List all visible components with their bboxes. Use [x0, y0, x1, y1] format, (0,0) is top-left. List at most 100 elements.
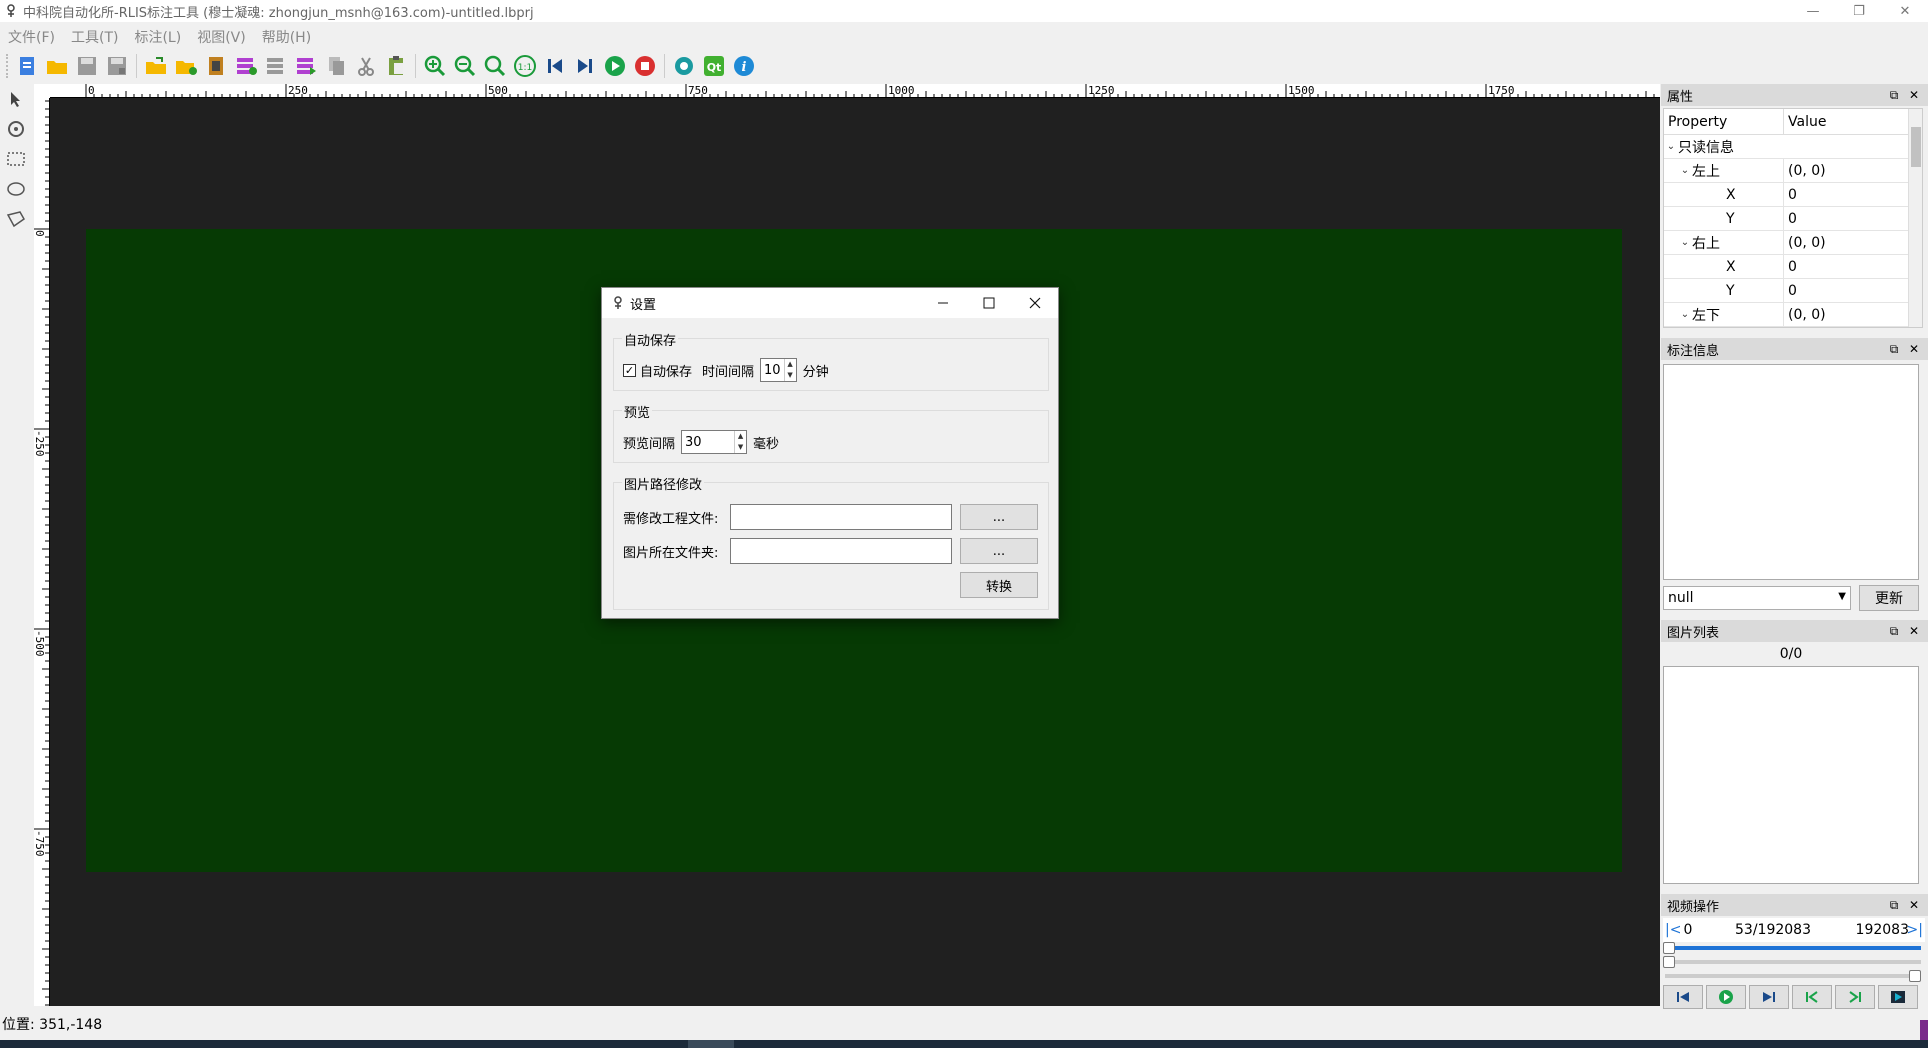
zoom-out-icon[interactable]: [451, 52, 479, 80]
scrollbar-thumb[interactable]: [1911, 127, 1921, 167]
open-project-icon[interactable]: [142, 52, 170, 80]
close-icon[interactable]: ✕: [1904, 624, 1924, 638]
float-icon[interactable]: ⧉: [1884, 898, 1904, 913]
last-frame-icon[interactable]: [1749, 985, 1789, 1009]
rect-select-icon[interactable]: [0, 144, 32, 174]
chevron-down-icon[interactable]: ⌄: [1678, 237, 1692, 248]
float-icon[interactable]: ⧉: [1884, 88, 1904, 103]
project-file-input[interactable]: [730, 504, 952, 530]
cut-icon[interactable]: [352, 52, 380, 80]
autosave-checkbox[interactable]: ✓: [623, 363, 636, 377]
paste-icon[interactable]: [382, 52, 410, 80]
annotation-list[interactable]: [1663, 364, 1919, 580]
spin-up-icon[interactable]: ▲: [787, 359, 792, 370]
property-row[interactable]: X 0: [1664, 183, 1922, 207]
copy-icon[interactable]: [322, 52, 350, 80]
menu-tools[interactable]: 工具(T): [71, 27, 118, 47]
stop-icon[interactable]: [631, 52, 659, 80]
restore-button[interactable]: ❐: [1836, 0, 1882, 22]
video-export-icon[interactable]: [1878, 985, 1918, 1009]
zoom-1to1-icon[interactable]: 1:1: [511, 52, 539, 80]
video-start-handle[interactable]: [1663, 942, 1675, 954]
image-list-dock-title-bar[interactable]: 图片列表 ⧉ ✕: [1661, 620, 1928, 642]
video-end-track[interactable]: [1665, 974, 1921, 978]
image-list[interactable]: [1663, 666, 1919, 884]
spin-down-icon[interactable]: ▼: [738, 442, 743, 453]
float-icon[interactable]: ⧉: [1884, 342, 1904, 357]
save-icon[interactable]: [73, 52, 101, 80]
close-icon[interactable]: ✕: [1904, 88, 1924, 102]
add-folder-icon[interactable]: [172, 52, 200, 80]
qt-icon[interactable]: Qt: [700, 52, 728, 80]
new-file-icon[interactable]: [13, 52, 41, 80]
chevron-down-icon[interactable]: ⌄: [1678, 309, 1692, 320]
add-layer-icon[interactable]: [232, 52, 260, 80]
rotate-icon[interactable]: [0, 114, 32, 144]
property-row[interactable]: Y 0: [1664, 207, 1922, 231]
update-button[interactable]: 更新: [1859, 585, 1919, 611]
prev-marker[interactable]: |<: [1665, 922, 1681, 938]
float-icon[interactable]: ⧉: [1884, 624, 1904, 639]
property-row[interactable]: ⌄ 左上 (0, 0): [1664, 159, 1922, 183]
info-icon[interactable]: i: [730, 52, 758, 80]
dialog-maximize-button[interactable]: [966, 288, 1012, 318]
property-row[interactable]: X 0: [1664, 255, 1922, 279]
menu-label[interactable]: 标注(L): [134, 27, 181, 47]
toolbar-grip[interactable]: [6, 54, 12, 78]
spin-down-icon[interactable]: ▼: [787, 370, 792, 381]
property-row[interactable]: ⌄ 只读信息: [1664, 135, 1922, 159]
close-icon[interactable]: ✕: [1904, 342, 1924, 356]
property-row[interactable]: ⌄ 右上 (0, 0): [1664, 231, 1922, 255]
dialog-minimize-button[interactable]: [920, 288, 966, 318]
zoom-fit-icon[interactable]: [481, 52, 509, 80]
close-button[interactable]: ✕: [1882, 0, 1928, 22]
last-frame-icon[interactable]: [571, 52, 599, 80]
first-frame-icon[interactable]: [541, 52, 569, 80]
polygon-icon[interactable]: [0, 204, 32, 234]
video-progress-track[interactable]: [1665, 946, 1921, 950]
ellipse-icon[interactable]: [0, 174, 32, 204]
menu-file[interactable]: 文件(F): [8, 27, 55, 47]
zoom-in-icon[interactable]: [421, 52, 449, 80]
image-folder-input[interactable]: [730, 538, 952, 564]
annotation-dock-title-bar[interactable]: 标注信息 ⧉ ✕: [1661, 338, 1928, 360]
properties-dock-title-bar[interactable]: 属性 ⧉ ✕: [1661, 84, 1928, 106]
spin-up-icon[interactable]: ▲: [738, 431, 743, 442]
value-column-header[interactable]: Value: [1784, 109, 1826, 134]
prev-keyframe-icon[interactable]: [1792, 985, 1832, 1009]
layer-next-icon[interactable]: [292, 52, 320, 80]
film-icon[interactable]: [202, 52, 230, 80]
preview-interval-spinbox[interactable]: 30 ▲ ▼: [681, 430, 748, 454]
video-range-track[interactable]: [1665, 960, 1921, 964]
next-keyframe-icon[interactable]: [1835, 985, 1875, 1009]
layer-icon[interactable]: [262, 52, 290, 80]
chevron-down-icon[interactable]: ⌄: [1664, 141, 1678, 152]
convert-button[interactable]: 转换: [960, 572, 1038, 598]
video-range-handle[interactable]: [1663, 956, 1675, 968]
dialog-close-button[interactable]: [1012, 288, 1058, 318]
property-column-header[interactable]: Property: [1664, 109, 1784, 134]
settings-icon[interactable]: [670, 52, 698, 80]
first-frame-icon[interactable]: [1663, 985, 1703, 1009]
minimize-button[interactable]: —: [1790, 0, 1836, 22]
chevron-down-icon[interactable]: ⌄: [1678, 165, 1692, 176]
play-icon[interactable]: [1706, 985, 1746, 1009]
close-icon[interactable]: ✕: [1904, 898, 1924, 912]
annotation-class-combo[interactable]: null ▼: [1663, 586, 1851, 610]
menu-help[interactable]: 帮助(H): [262, 27, 311, 47]
open-folder-icon[interactable]: [43, 52, 71, 80]
image-folder-browse-button[interactable]: ...: [960, 538, 1038, 564]
next-marker[interactable]: >|: [1907, 922, 1923, 938]
dialog-title-bar[interactable]: 设置: [602, 288, 1058, 318]
video-dock-title-bar[interactable]: 视频操作 ⧉ ✕: [1661, 894, 1928, 916]
project-file-browse-button[interactable]: ...: [960, 504, 1038, 530]
property-row[interactable]: Y 0: [1664, 279, 1922, 303]
play-icon[interactable]: [601, 52, 629, 80]
menu-view[interactable]: 视图(V): [197, 27, 246, 47]
autosave-interval-spinbox[interactable]: 10 ▲ ▼: [760, 358, 797, 382]
video-end-handle[interactable]: [1909, 970, 1921, 982]
save-as-icon[interactable]: [103, 52, 131, 80]
pointer-icon[interactable]: [0, 84, 32, 114]
property-row[interactable]: ⌄ 左下 (0, 0): [1664, 303, 1922, 327]
property-scrollbar[interactable]: [1908, 109, 1922, 327]
